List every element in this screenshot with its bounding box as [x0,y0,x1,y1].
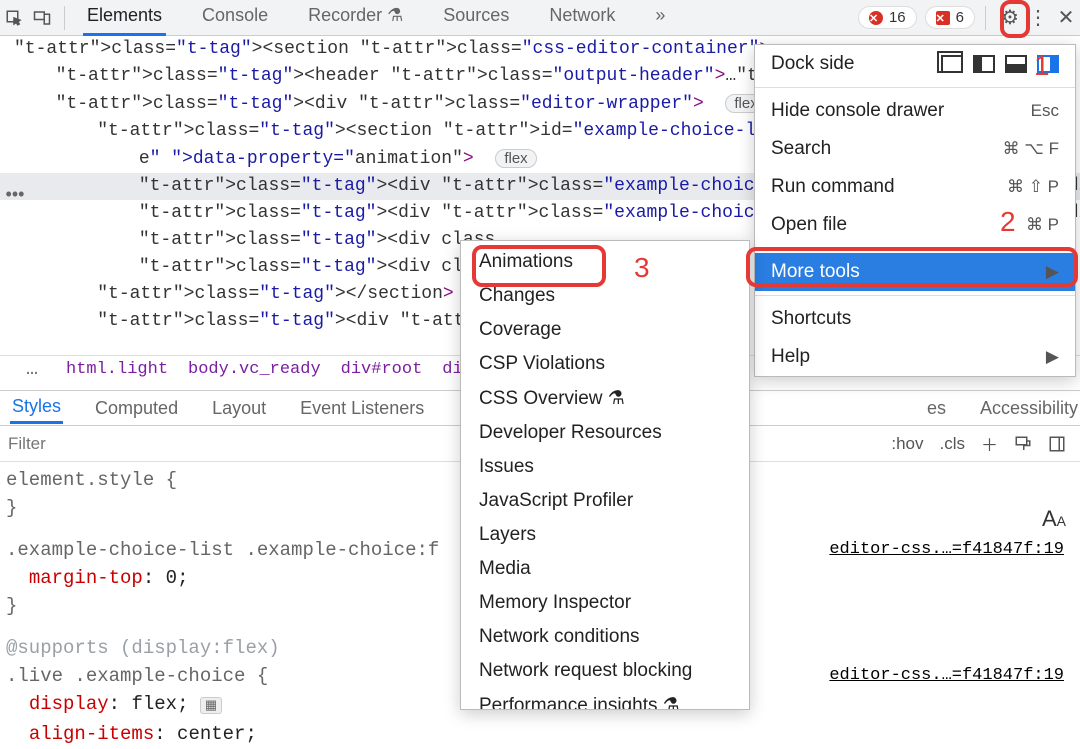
paint-icon[interactable] [1014,434,1032,454]
subtab-accessibility[interactable]: Accessibility [978,394,1080,423]
submenu-item-changes[interactable]: Changes [461,279,749,313]
panel-tabs: Elements Console Recorder ⚗ Sources Netw… [83,0,669,36]
menu-item-open-file[interactable]: Open file⌘ P [755,206,1075,244]
annotation-2: 2 [1000,206,1016,238]
menu-item-more-tools[interactable]: More tools▶ [755,253,1075,291]
crumb[interactable]: html.light [66,360,168,379]
tab-recorder[interactable]: Recorder ⚗ [304,0,407,36]
inspect-icon[interactable] [0,7,28,28]
css-val[interactable]: center [177,723,245,745]
submenu-item-media[interactable]: Media [461,552,749,586]
dock-undock-icon[interactable] [941,55,963,73]
submenu-item-network-request-blocking[interactable]: Network request blocking [461,654,749,688]
css-val[interactable]: flex [131,693,177,715]
submenu-item-animations[interactable]: Animations [461,245,749,279]
menu-item-hide-console-drawer[interactable]: Hide console drawerEsc [755,92,1075,130]
hov-toggle[interactable]: :hov [891,434,923,454]
crumb[interactable]: div#root [341,360,423,379]
tab-elements[interactable]: Elements [83,0,166,36]
devtools-topbar: Elements Console Recorder ⚗ Sources Netw… [0,0,1080,36]
flex-badge[interactable]: flex [495,149,536,168]
css-prop[interactable]: margin-top [29,567,143,589]
subtab-event-listeners[interactable]: Event Listeners [298,394,426,423]
submenu-item-csp-violations[interactable]: CSP Violations [461,347,749,381]
flask-icon: ⚗ [387,5,403,25]
close-devtools-icon[interactable]: ✕ [1052,5,1080,30]
dock-left-icon[interactable] [973,55,995,73]
menu-item-search[interactable]: Search⌘ ⌥ F [755,130,1075,168]
subtab-styles[interactable]: Styles [10,392,63,424]
settings-gear-icon[interactable]: ⚙ [996,5,1024,30]
submenu-item-performance-insights[interactable]: Performance insights ⚗ [461,688,749,710]
submenu-item-network-conditions[interactable]: Network conditions [461,620,749,654]
menu-item-shortcuts[interactable]: Shortcuts [755,300,1075,338]
annotation-1: 1 [1034,50,1050,82]
dock-side-label: Dock side [771,53,854,75]
error-count-2[interactable]: ✕6 [925,6,975,29]
device-toggle-icon[interactable] [28,7,56,28]
annotation-3: 3 [634,252,650,284]
submenu-item-css-overview[interactable]: CSS Overview ⚗ [461,381,749,416]
tab-console[interactable]: Console [198,0,272,36]
error-square-icon: ✕ [936,11,950,25]
subtab-layout[interactable]: Layout [210,394,268,423]
more-tools-submenu: AnimationsChangesCoverageCSP ViolationsC… [460,240,750,710]
subtab-trunc[interactable]: es [925,394,948,423]
submenu-item-memory-inspector[interactable]: Memory Inspector [461,586,749,620]
main-menu: Dock side Hide console drawerEscSearch⌘ … [754,44,1076,377]
font-size-icon[interactable]: AA [1042,506,1066,532]
tab-sources[interactable]: Sources [439,0,513,36]
error-dot-icon: ✕ [869,11,883,25]
submenu-item-developer-resources[interactable]: Developer Resources [461,416,749,450]
dom-scroll-more-icon: ••• [0,184,30,205]
rule-selector[interactable]: .example-choice-list .example-choice:f [6,539,439,561]
dock-bottom-icon[interactable] [1005,55,1027,73]
styles-filter-input[interactable] [0,428,380,460]
menu-item-run-command[interactable]: Run command⌘ ⇧ P [755,168,1075,206]
menu-item-help[interactable]: Help▶ [755,338,1075,376]
rule-source-link[interactable]: editor-css.…=f41847f:19 [829,536,1064,564]
subtab-computed[interactable]: Computed [93,394,180,423]
cls-toggle[interactable]: .cls [940,434,966,454]
flex-editor-icon[interactable]: ▦ [200,697,222,714]
css-prop[interactable]: align-items [29,723,154,745]
crumb[interactable]: body.vc_ready [188,360,321,379]
error-count-1[interactable]: ✕16 [858,6,917,29]
css-prop[interactable]: display [29,693,109,715]
dock-side-row: Dock side [755,45,1075,83]
kebab-menu-icon[interactable]: ⋮ [1024,5,1052,30]
submenu-item-issues[interactable]: Issues [461,450,749,484]
rule-source-link[interactable]: editor-css.…=f41847f:19 [829,662,1064,690]
submenu-item-coverage[interactable]: Coverage [461,313,749,347]
css-val[interactable]: 0 [166,567,177,589]
submenu-item-layers[interactable]: Layers [461,518,749,552]
toggle-panel-icon[interactable] [1048,434,1066,454]
submenu-item-javascript-profiler[interactable]: JavaScript Profiler [461,484,749,518]
tab-overflow[interactable]: » [651,0,669,36]
crumb-more-icon: … [18,358,46,381]
new-style-rule-icon[interactable]: ＋ [981,431,998,456]
tab-network[interactable]: Network [545,0,619,36]
